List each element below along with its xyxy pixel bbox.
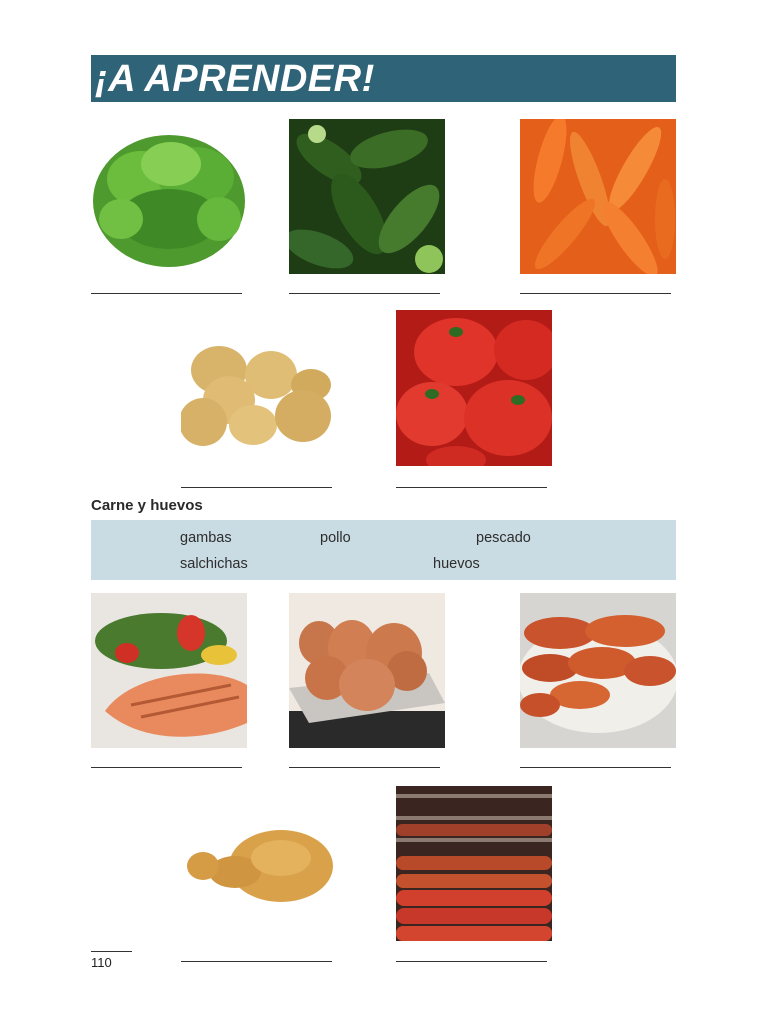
answer-blank[interactable]: [91, 766, 242, 768]
answer-blank[interactable]: [289, 766, 440, 768]
salmon-photo: [91, 593, 247, 748]
tomatoes-photo: [396, 310, 552, 466]
word-bank-item: pescado: [476, 530, 531, 546]
page-number: 110: [91, 955, 112, 970]
cucumbers-photo: [289, 119, 445, 274]
shrimp-photo: [520, 593, 676, 748]
answer-blank[interactable]: [520, 292, 671, 294]
answer-blank[interactable]: [181, 960, 332, 962]
word-bank-item: gambas: [180, 530, 232, 546]
fried-chicken-photo: [181, 786, 337, 941]
word-bank-item: pollo: [320, 530, 351, 546]
title-banner: ¡A APRENDER!: [91, 55, 676, 102]
eggs-photo: [289, 593, 445, 748]
word-bank-item: huevos: [433, 556, 480, 572]
page-number-rule: [91, 951, 132, 952]
section-title: Carne y huevos: [91, 497, 203, 514]
word-bank: gambas pollo pescado salchichas huevos: [91, 520, 676, 580]
word-bank-item: salchichas: [180, 556, 248, 572]
answer-blank[interactable]: [520, 766, 671, 768]
answer-blank[interactable]: [396, 486, 547, 488]
potatoes-photo: [181, 310, 337, 466]
answer-blank[interactable]: [91, 292, 242, 294]
page-title: ¡A APRENDER!: [95, 58, 375, 100]
carrots-photo: [520, 119, 676, 274]
sausages-photo: [396, 786, 552, 941]
answer-blank[interactable]: [289, 292, 440, 294]
lettuce-photo: [91, 119, 247, 274]
answer-blank[interactable]: [396, 960, 547, 962]
answer-blank[interactable]: [181, 486, 332, 488]
